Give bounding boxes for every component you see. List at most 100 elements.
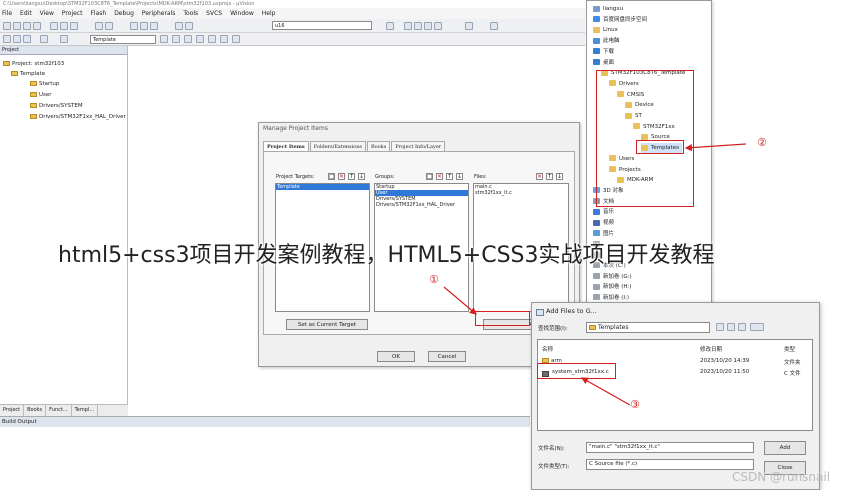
redo-icon[interactable] (105, 22, 113, 30)
delete-icon[interactable]: × (536, 173, 543, 180)
open-file-icon[interactable] (13, 22, 21, 30)
project-group-startup[interactable]: Startup (30, 80, 59, 89)
explorer-item[interactable]: Linux (593, 25, 618, 35)
breakpoint-icon[interactable] (414, 22, 422, 30)
file-list[interactable]: 名称 修改日期 类型 arm 2023/10/20 14:39 文件夹 syst… (537, 339, 813, 431)
new-folder-icon[interactable] (738, 323, 746, 331)
explorer-item[interactable]: 百度网盘同步空间 (593, 15, 647, 25)
kill-breakpoints-icon[interactable] (434, 22, 442, 30)
go-back-icon[interactable] (716, 323, 724, 331)
menu-item-flash[interactable]: Flash (90, 8, 106, 19)
set-current-target-button[interactable]: Set as Current Target (286, 319, 368, 330)
debug-icon[interactable] (404, 22, 412, 30)
tab-project-items[interactable]: Project Items (263, 141, 309, 151)
project-group-hal[interactable]: Drivers/STM32F1xx_HAL_Driver (30, 113, 126, 122)
configure-icon[interactable] (490, 22, 498, 30)
save-all-icon[interactable] (33, 22, 41, 30)
new-icon[interactable]: □ (426, 173, 433, 180)
move-up-icon[interactable]: ↑ (546, 173, 553, 180)
ok-button[interactable]: OK (377, 351, 415, 362)
window-layout-icon[interactable] (465, 22, 473, 30)
project-items-icon[interactable] (196, 35, 204, 43)
explorer-item[interactable]: 视频 (593, 218, 614, 228)
bookmark-next-icon[interactable] (150, 22, 158, 30)
stop-build-icon[interactable] (60, 35, 68, 43)
menu-item-help[interactable]: Help (262, 8, 276, 19)
filename-field[interactable]: "main.c" "stm32f1xx_it.c" (586, 442, 754, 453)
find-icon[interactable] (386, 22, 394, 30)
tab-books[interactable]: Books (366, 141, 391, 151)
project-root[interactable]: Project: stm32f103 (3, 60, 64, 69)
tab-project[interactable]: Project (0, 405, 25, 416)
cancel-button[interactable]: Cancel (428, 351, 466, 362)
project-group-system[interactable]: Drivers/SYSTEM (30, 102, 83, 111)
lookin-combo[interactable]: Templates (586, 322, 710, 333)
bookmark-icon[interactable] (130, 22, 138, 30)
translate-icon[interactable] (3, 35, 11, 43)
col-name[interactable]: 名称 (542, 345, 553, 353)
explorer-item[interactable]: liangxu (593, 4, 623, 14)
move-down-icon[interactable]: ↓ (358, 173, 365, 180)
select-software-packs-icon[interactable] (232, 35, 240, 43)
up-folder-icon[interactable] (727, 323, 735, 331)
project-group-user[interactable]: User (30, 91, 52, 100)
build-icon[interactable] (13, 35, 21, 43)
col-type[interactable]: 类型 (784, 345, 795, 353)
move-up-icon[interactable]: ↑ (348, 173, 355, 180)
move-down-icon[interactable]: ↓ (556, 173, 563, 180)
disable-breakpoint-icon[interactable] (424, 22, 432, 30)
explorer-item[interactable]: 桌面 (593, 58, 614, 68)
explorer-item[interactable]: 音乐 (593, 207, 614, 217)
pack-installer-icon[interactable] (208, 35, 216, 43)
indent-icon[interactable] (175, 22, 183, 30)
file-item[interactable]: stm32f1xx_it.c (474, 190, 568, 196)
save-icon[interactable] (23, 22, 31, 30)
run-time-env-icon[interactable] (220, 35, 228, 43)
file-extensions-icon[interactable] (184, 35, 192, 43)
tab-folders-extensions[interactable]: Folders/Extensions (309, 141, 366, 151)
copy-icon[interactable] (60, 22, 68, 30)
tab-books[interactable]: Books (24, 405, 47, 416)
col-date[interactable]: 修改日期 (700, 345, 722, 353)
menu-item-svcs[interactable]: SVCS (206, 8, 222, 19)
menu-item-window[interactable]: Window (230, 8, 254, 19)
target-item[interactable]: Template (276, 184, 369, 190)
explorer-item[interactable]: 新加卷 (H:) (593, 282, 632, 292)
toolbar-build: Template (0, 33, 585, 46)
menu-item-peripherals[interactable]: Peripherals (142, 8, 175, 19)
move-up-icon[interactable]: ↑ (446, 173, 453, 180)
menu-item-debug[interactable]: Debug (114, 8, 134, 19)
tab-templates[interactable]: Templ... (72, 405, 99, 416)
cut-icon[interactable] (50, 22, 58, 30)
group-item[interactable]: Drivers/STM32F1xx_HAL_Driver (375, 202, 468, 208)
explorer-item[interactable]: 新加卷 (G:) (593, 272, 632, 282)
undo-icon[interactable] (95, 22, 103, 30)
menu-item-edit[interactable]: Edit (20, 8, 32, 19)
new-file-icon[interactable] (3, 22, 11, 30)
download-icon[interactable] (40, 35, 48, 43)
target-combo[interactable]: Template (90, 35, 156, 44)
tab-project-info[interactable]: Project Info/Layer (391, 141, 446, 151)
new-icon[interactable]: □ (328, 173, 335, 180)
manage-components-icon[interactable] (172, 35, 180, 43)
project-target[interactable]: Template (11, 70, 45, 79)
menu-item-file[interactable]: File (2, 8, 12, 19)
paste-icon[interactable] (70, 22, 78, 30)
view-menu-icon[interactable] (750, 323, 764, 331)
add-button[interactable]: Add (764, 441, 806, 455)
explorer-item[interactable]: 此电脑 (593, 36, 620, 46)
explorer-item[interactable]: 下载 (593, 47, 614, 57)
delete-icon[interactable]: × (338, 173, 345, 180)
search-combo[interactable]: u16 (272, 21, 372, 30)
target-options-icon[interactable] (160, 35, 168, 43)
filetype-select[interactable]: C Source file (*.c) (586, 459, 754, 470)
menu-item-project[interactable]: Project (62, 8, 83, 19)
tab-functions[interactable]: Funct... (46, 405, 72, 416)
delete-icon[interactable]: × (436, 173, 443, 180)
bookmark-prev-icon[interactable] (140, 22, 148, 30)
move-down-icon[interactable]: ↓ (456, 173, 463, 180)
menu-item-view[interactable]: View (40, 8, 54, 19)
rebuild-icon[interactable] (23, 35, 31, 43)
unindent-icon[interactable] (185, 22, 193, 30)
menu-item-tools[interactable]: Tools (183, 8, 198, 19)
